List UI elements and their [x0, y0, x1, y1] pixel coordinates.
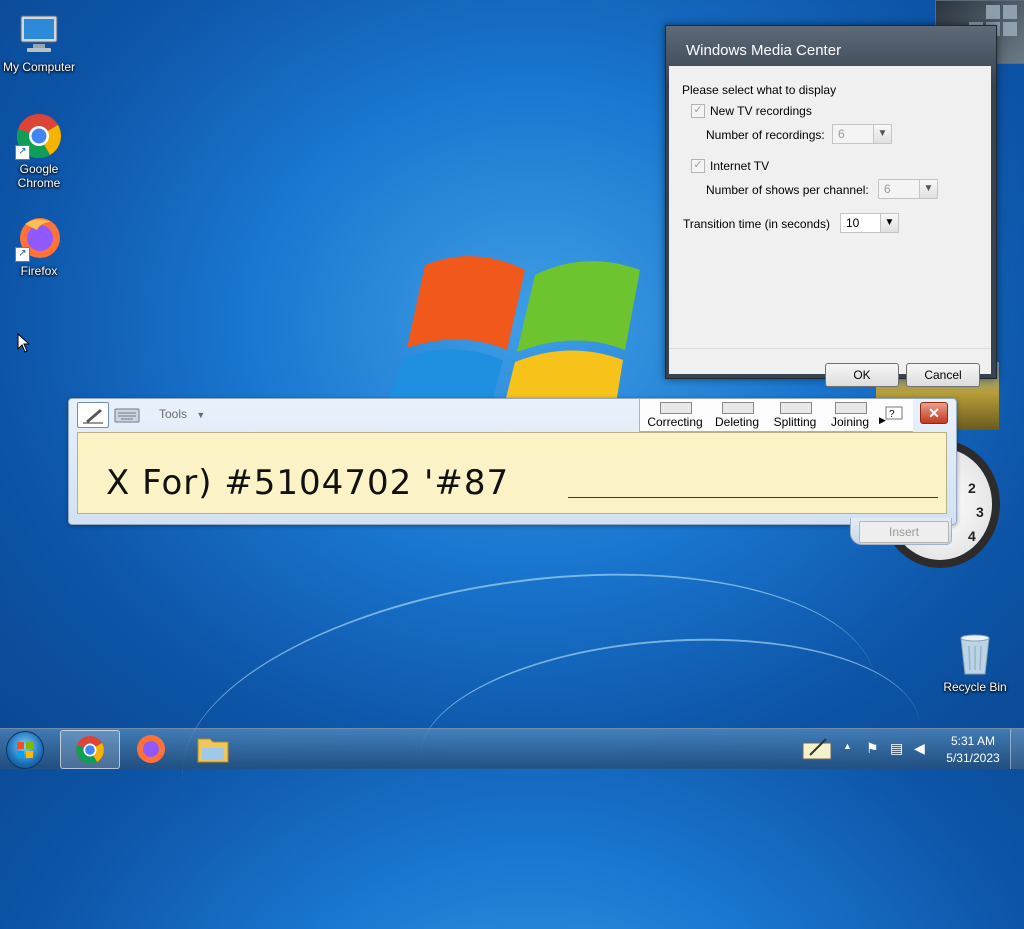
chrome-icon [76, 736, 104, 764]
chevron-down-icon: ▼ [873, 125, 891, 143]
shortcut-arrow-icon: ↗ [15, 247, 30, 262]
desktop-icon-google-chrome[interactable]: ↗ Google Chrome [0, 112, 81, 190]
tools-menu[interactable]: Tools ▼ [159, 407, 205, 421]
show-desktop-button[interactable] [1010, 729, 1024, 769]
dialog-body: Please select what to display ✓ New TV r… [669, 66, 991, 387]
show-hidden-icons-chevron-icon[interactable]: ▲ [843, 741, 852, 751]
shows-per-channel-label: Number of shows per channel: [706, 183, 869, 197]
chrome-icon: ↗ [15, 112, 63, 160]
windows-logo [385, 256, 640, 410]
windows-flag-icon [17, 742, 33, 758]
chevron-down-icon: ▼ [196, 410, 206, 420]
folder-icon [197, 738, 229, 763]
dialog-separator [669, 348, 991, 349]
dialog-title: Windows Media Center [686, 42, 842, 59]
ok-button[interactable]: OK [825, 363, 899, 387]
new-tv-checkbox[interactable]: ✓ [691, 104, 705, 118]
mouse-cursor-icon [17, 333, 31, 353]
chevron-down-icon: ▼ [880, 214, 898, 232]
num-recordings-select[interactable]: 6 ▼ [832, 124, 892, 144]
clock-number: 3 [976, 504, 984, 520]
correcting-icon [660, 402, 692, 414]
recycle-bin-icon [951, 630, 999, 678]
display-prompt: Please select what to display [682, 83, 837, 97]
firefox-icon: ↗ [15, 214, 63, 262]
deleting-icon [722, 402, 754, 414]
deleting-button[interactable]: Deleting [708, 399, 766, 431]
clock-time[interactable]: 5:31 AM [942, 734, 1004, 748]
clock-date[interactable]: 5/31/2023 [942, 751, 1004, 765]
writing-guide-line [568, 497, 938, 498]
desktop-icon-firefox[interactable]: ↗ Firefox [0, 214, 81, 278]
desktop-icon-recycle-bin[interactable]: Recycle Bin [933, 630, 1017, 694]
new-tv-label: New TV recordings [710, 104, 812, 118]
transition-select[interactable]: 10 ▼ [840, 213, 899, 233]
desktop-icon-label: Recycle Bin [943, 680, 1007, 694]
taskbar-explorer-button[interactable] [184, 730, 242, 767]
insert-button[interactable]: Insert [859, 521, 949, 543]
insert-tab: Insert [850, 518, 952, 545]
correcting-button[interactable]: Correcting [642, 399, 708, 431]
chevron-down-icon: ▼ [919, 180, 937, 198]
taskbar-chrome-button[interactable] [60, 730, 120, 769]
taskbar-firefox-button[interactable] [122, 730, 180, 767]
svg-text:?: ? [889, 409, 895, 420]
keyboard-button[interactable] [111, 402, 143, 428]
firefox-icon [137, 735, 165, 763]
action-center-icon[interactable]: ⚑ [866, 740, 879, 757]
wmc-settings-dialog: Windows Media Center Please select what … [665, 25, 997, 387]
close-icon[interactable]: ✕ [920, 402, 948, 424]
joining-button[interactable]: Joining [824, 399, 876, 431]
pen-icon [83, 409, 103, 424]
gesture-command-bar: Correcting Deleting Splitting Joining ▶ [639, 399, 913, 432]
writing-area[interactable]: X For) #5104702 '#87 [77, 432, 947, 514]
transition-label: Transition time (in seconds) [683, 217, 830, 231]
internet-tv-label: Internet TV [710, 159, 770, 173]
num-recordings-label: Number of recordings: [706, 128, 825, 142]
cancel-button[interactable]: Cancel [906, 363, 980, 387]
handwritten-ink: X For) #5104702 '#87 [106, 463, 510, 503]
tablet-input-panel: Tools ▼ Correcting Deleting Splitting Jo… [68, 398, 957, 525]
keyboard-icon [114, 408, 140, 423]
joining-icon [835, 402, 867, 414]
splitting-button[interactable]: Splitting [766, 399, 824, 431]
volume-muted-icon[interactable]: ◀ [914, 740, 925, 757]
taskbar: ▲ ⚑ ▤ ◀ 5:31 AM 5/31/2023 [0, 728, 1024, 769]
desktop-icon-label: Firefox [20, 264, 58, 278]
writing-pad-button[interactable] [77, 402, 109, 428]
help-icon[interactable]: ? [884, 404, 906, 422]
shows-per-channel-select[interactable]: 6 ▼ [878, 179, 938, 199]
desktop-icon-my-computer[interactable]: My Computer [0, 10, 81, 74]
clock-number: 2 [968, 480, 976, 496]
network-icon[interactable]: ▤ [890, 740, 903, 757]
shortcut-arrow-icon: ↗ [15, 145, 30, 160]
input-panel-tray-icon[interactable] [800, 733, 834, 768]
desktop-icon-label: My Computer [2, 60, 76, 74]
desktop-icon-label: Google Chrome [17, 162, 61, 190]
splitting-icon [780, 402, 812, 414]
internet-tv-checkbox[interactable]: ✓ [691, 159, 705, 173]
computer-icon [15, 10, 63, 58]
clock-number: 4 [968, 528, 976, 544]
start-button[interactable] [6, 731, 44, 769]
